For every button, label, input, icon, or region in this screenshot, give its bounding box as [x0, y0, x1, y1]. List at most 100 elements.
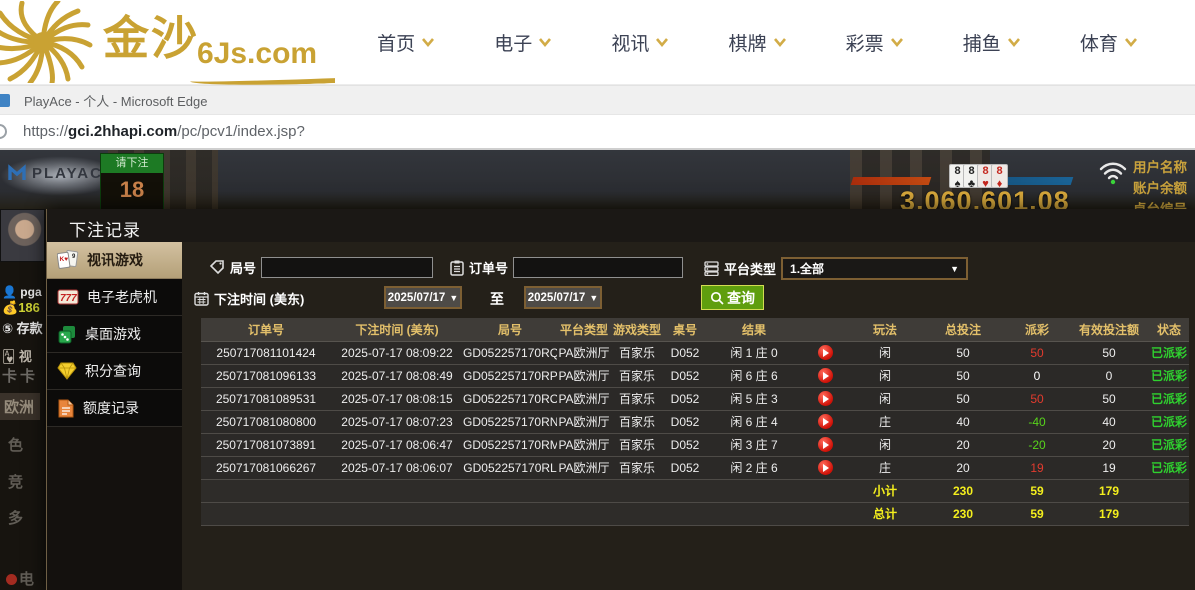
nav-item-sports[interactable]: 体育	[1080, 29, 1137, 56]
round-input[interactable]	[261, 257, 433, 278]
date-from-picker[interactable]: 2025/07/17▼	[384, 286, 462, 309]
rail-deposit[interactable]: ⑤ 存款	[2, 318, 43, 337]
cell-time: 2025-07-17 08:06:47	[331, 433, 463, 456]
calendar-icon	[194, 291, 209, 306]
cell-time: 2025-07-17 08:07:23	[331, 410, 463, 433]
nav-item-board[interactable]: 棋牌	[728, 29, 785, 56]
replay-icon[interactable]	[818, 414, 833, 429]
cell-replay	[801, 364, 849, 387]
cell-replay	[801, 456, 849, 479]
rail-menu-2[interactable]: 色	[8, 434, 23, 455]
date-caret-icon: ▼	[449, 293, 458, 303]
sidebar-item-label: 积分查询	[85, 361, 141, 381]
query-button[interactable]: 查询	[701, 285, 764, 310]
cell-replay	[801, 410, 849, 433]
nav-item-slots[interactable]: 电子	[494, 29, 551, 56]
date-to-picker[interactable]: 2025/07/17▼	[524, 286, 602, 309]
cell-payout: 0	[1005, 364, 1069, 387]
chevron-down-icon	[774, 36, 786, 48]
cell-game: 百家乐	[611, 387, 663, 410]
cell-result: 闲 5 庄 3	[707, 387, 801, 410]
cell-valid: 40	[1069, 410, 1149, 433]
cell-order: 250717081101424	[201, 341, 331, 364]
replay-icon[interactable]	[818, 345, 833, 360]
site-logo[interactable]: 金沙 6Js.com	[0, 0, 335, 85]
modal-title: 下注记录	[47, 209, 1195, 242]
rail-menu-4[interactable]: 多	[8, 507, 23, 528]
wifi-icon	[1098, 160, 1128, 191]
bet-records-table: 订单号 下注时间 (美东) 局号 平台类型 游戏类型 桌号 结果 玩法 总投注	[201, 318, 1189, 526]
sidebar-item-table-games[interactable]: 桌面游戏	[47, 316, 182, 353]
cell-game: 百家乐	[611, 341, 663, 364]
sidebar-item-live-games[interactable]: 9K♥ 视讯游戏	[47, 242, 182, 279]
cell-status: 已派彩	[1149, 364, 1189, 387]
date-range-to-label: 至	[490, 289, 504, 309]
window-title: PlayAce - 个人 - Microsoft Edge	[24, 91, 208, 110]
url-text[interactable]: https://gci.2hhapi.com/pc/pcv1/index.jsp…	[23, 123, 305, 140]
col-valid: 有效投注额	[1069, 318, 1149, 341]
cell-play: 闲	[849, 387, 921, 410]
cell-payout: 19	[1005, 456, 1069, 479]
cell-platform: PA欧洲厅	[557, 410, 611, 433]
cell-platform: PA欧洲厅	[557, 364, 611, 387]
cell-valid: 50	[1069, 341, 1149, 364]
cell-result: 闲 1 庄 0	[707, 341, 801, 364]
svg-text:K♥: K♥	[60, 256, 69, 263]
table-row: 2507170810961332025-07-17 08:08:49GD0522…	[201, 364, 1189, 387]
nav-item-lottery[interactable]: 彩票	[846, 29, 903, 56]
rail-menu-5[interactable]: 电	[6, 568, 34, 589]
cell-result: 闲 6 庄 4	[707, 410, 801, 433]
sidebar-item-label: 额度记录	[83, 398, 139, 418]
cell-result: 闲 6 庄 6	[707, 364, 801, 387]
cell-round: GD052257170RL	[463, 456, 557, 479]
nav-item-live[interactable]: 视讯	[611, 29, 668, 56]
chevron-down-icon	[656, 36, 668, 48]
rail-menu-europe[interactable]: 欧洲	[0, 393, 40, 420]
slot-777-icon: 777	[57, 288, 79, 306]
sidebar-item-label: 电子老虎机	[87, 287, 157, 307]
cell-order: 250717081096133	[201, 364, 331, 387]
cell-round: GD052257170RP	[463, 364, 557, 387]
platform-select[interactable]: 1.全部▼	[781, 257, 968, 280]
replay-icon[interactable]	[818, 437, 833, 452]
bet-time-filter-label: 下注时间 (美东)	[214, 289, 304, 308]
filters: 局号 订单号 平台类型 1.全部▼	[182, 242, 1195, 318]
sidebar-item-points-query[interactable]: 积分查询	[47, 353, 182, 390]
order-input[interactable]	[513, 257, 683, 278]
rail-menu-3[interactable]: 竞	[8, 471, 23, 492]
rail-card-tab[interactable]: 卡卡	[2, 365, 38, 386]
cell-bet: 20	[921, 433, 1005, 456]
sidebar-item-slot-machines[interactable]: 777 电子老虎机	[47, 279, 182, 316]
site-info-icon[interactable]	[0, 124, 7, 139]
address-bar[interactable]: https://gci.2hhapi.com/pc/pcv1/index.jsp…	[0, 114, 1195, 148]
replay-icon[interactable]	[818, 368, 833, 383]
total-bet: 230	[921, 502, 1005, 525]
cell-table: D052	[663, 410, 707, 433]
chevron-down-icon	[422, 36, 434, 48]
cell-platform: PA欧洲厅	[557, 456, 611, 479]
nav-item-home[interactable]: 首页	[377, 29, 434, 56]
cell-play: 庄	[849, 456, 921, 479]
col-play: 玩法	[849, 318, 921, 341]
nav-item-fishing[interactable]: 捕鱼	[963, 29, 1020, 56]
logo-cn-text: 金沙	[103, 16, 199, 62]
cell-time: 2025-07-17 08:08:49	[331, 364, 463, 387]
cell-status: 已派彩	[1149, 341, 1189, 364]
col-round: 局号	[463, 318, 557, 341]
countdown-value: 18	[101, 173, 163, 209]
edge-tab-icon	[0, 94, 10, 107]
col-payout: 派彩	[1005, 318, 1069, 341]
cell-table: D052	[663, 433, 707, 456]
sidebar-item-credit-records[interactable]: 额度记录	[47, 390, 182, 427]
cell-bet: 50	[921, 387, 1005, 410]
replay-icon[interactable]	[818, 391, 833, 406]
rail-username: 👤 pga	[2, 285, 42, 299]
bet-prompt: 请下注	[101, 154, 163, 173]
cell-table: D052	[663, 364, 707, 387]
rail-video-tab[interactable]: 🂱 视	[2, 346, 32, 365]
cell-order: 250717081089531	[201, 387, 331, 410]
dealer-avatar	[0, 209, 45, 262]
replay-icon[interactable]	[818, 460, 833, 475]
col-replay	[801, 318, 849, 341]
sidebar-item-label: 视讯游戏	[87, 250, 143, 270]
